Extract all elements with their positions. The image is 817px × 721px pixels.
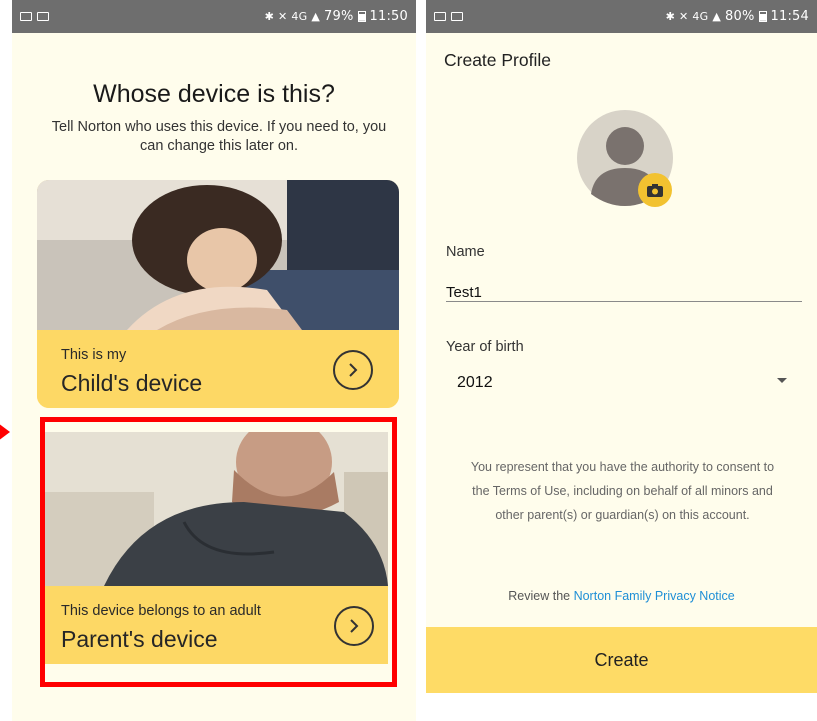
battery-percentage: 79% xyxy=(324,9,354,24)
app-notification-icon xyxy=(37,12,49,21)
gallery-notification-icon xyxy=(434,12,446,21)
bluetooth-icon: ✱ xyxy=(264,10,274,23)
name-field-label: Name xyxy=(446,244,485,260)
camera-icon[interactable] xyxy=(638,173,672,207)
child-photo xyxy=(37,180,399,330)
child-card-title: Child's device xyxy=(61,370,203,396)
child-card-caption: This is my xyxy=(61,347,127,363)
consent-text: You represent that you have the authorit… xyxy=(470,460,775,522)
avatar[interactable] xyxy=(575,110,675,207)
create-button[interactable]: Create xyxy=(426,627,817,693)
year-field-label: Year of birth xyxy=(446,339,524,355)
battery-percentage: 80% xyxy=(725,9,755,24)
review-prefix: Review the xyxy=(508,589,574,603)
page-subtitle: Tell Norton who uses this device. If you… xyxy=(51,119,387,154)
page-title: Whose device is this? xyxy=(93,80,335,108)
chevron-right-icon[interactable] xyxy=(333,350,373,390)
privacy-notice-link[interactable]: Norton Family Privacy Notice xyxy=(574,589,735,603)
status-bar: ✱ ✕ 4G ▲ 80% 11:54 xyxy=(426,0,817,33)
year-of-birth-select[interactable]: 2012 xyxy=(457,374,493,392)
battery-icon xyxy=(357,11,366,22)
signal-icon: ▲ xyxy=(712,10,722,23)
page-title: Create Profile xyxy=(444,50,551,70)
network-type-label: 4G xyxy=(692,10,709,23)
signal-icon: ▲ xyxy=(311,10,321,23)
name-field[interactable]: Test1 xyxy=(446,284,482,301)
bluetooth-icon: ✱ xyxy=(665,10,675,23)
mute-icon: ✕ xyxy=(679,10,689,23)
annotation-arrow xyxy=(0,423,10,441)
mute-icon: ✕ xyxy=(278,10,288,23)
battery-icon xyxy=(758,11,767,22)
gallery-notification-icon xyxy=(20,12,32,21)
status-bar: ✱ ✕ 4G ▲ 79% 11:50 xyxy=(12,0,416,33)
right-phone-screen: ✱ ✕ 4G ▲ 80% 11:54 Create Profile Name T… xyxy=(426,0,817,700)
app-notification-icon xyxy=(451,12,463,21)
privacy-notice-line: Review the Norton Family Privacy Notice xyxy=(426,589,817,603)
annotation-highlight-box xyxy=(40,417,397,687)
name-field-underline xyxy=(446,301,802,302)
status-time: 11:50 xyxy=(369,9,408,24)
child-card-band: This is my Child's device xyxy=(37,330,399,408)
status-time: 11:54 xyxy=(770,9,809,24)
network-type-label: 4G xyxy=(291,10,308,23)
dropdown-arrow-icon[interactable] xyxy=(777,378,787,383)
child-device-card[interactable]: This is my Child's device xyxy=(37,180,399,408)
bottom-spacer xyxy=(426,693,817,700)
